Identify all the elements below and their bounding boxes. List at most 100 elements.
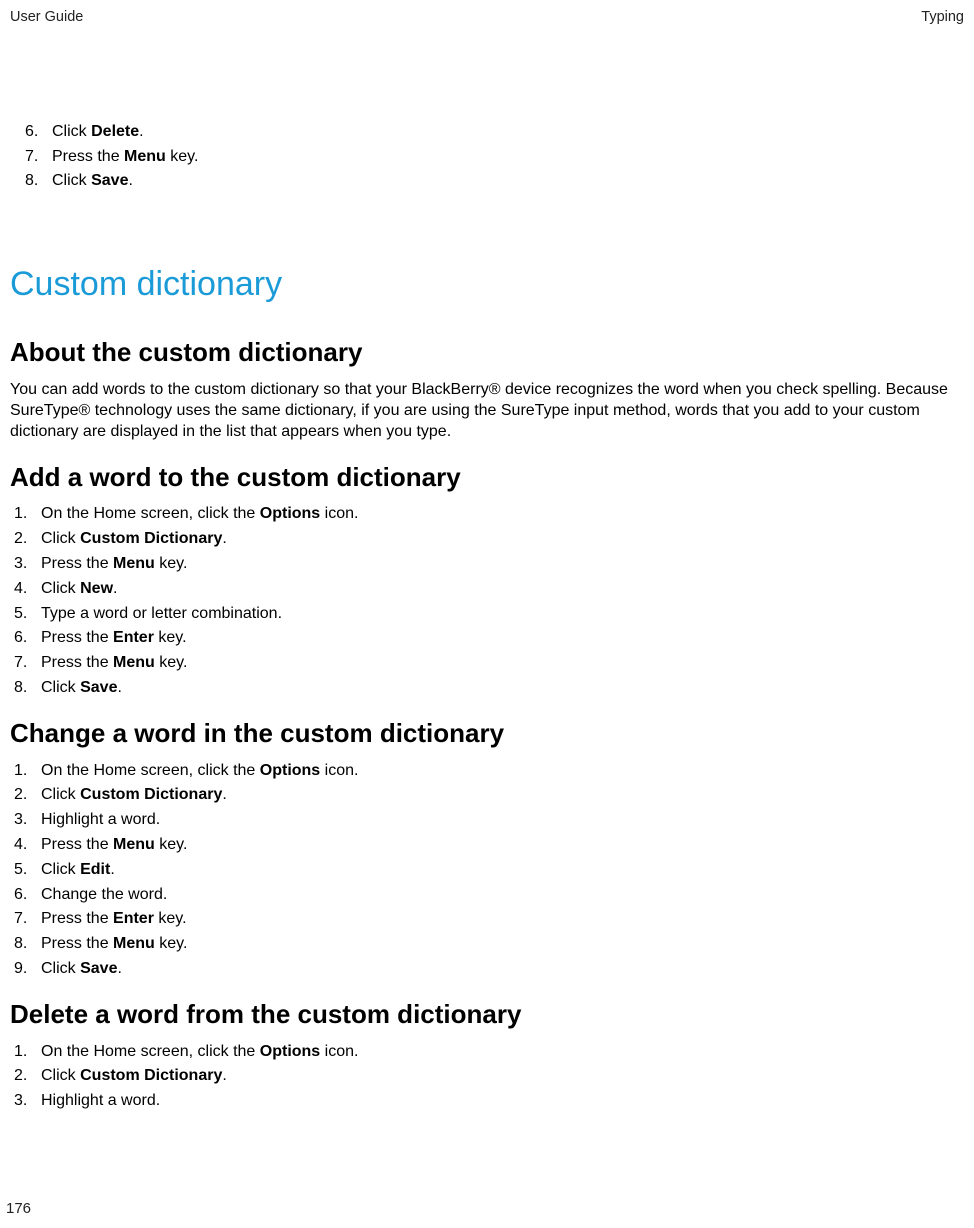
- step-text: Click Save.: [36, 959, 122, 980]
- step-number: 6.: [14, 885, 36, 906]
- step-pre: Click: [41, 960, 80, 977]
- step-text: Click Edit.: [36, 860, 115, 881]
- step-bold: Enter: [113, 910, 154, 927]
- list-item: 5. Type a word or letter combination.: [14, 604, 964, 625]
- step-pre: Press the: [41, 654, 113, 671]
- step-post: key.: [155, 935, 188, 952]
- step-text: Highlight a word.: [36, 810, 160, 831]
- list-item: 2.Click Custom Dictionary.: [14, 529, 964, 550]
- step-pre: Type a word or letter combination.: [41, 605, 282, 622]
- step-number: 3.: [14, 1091, 36, 1112]
- step-text: Press the Enter key.: [36, 909, 187, 930]
- list-item: 8. Press the Menu key.: [14, 934, 964, 955]
- step-pre: Click: [41, 786, 80, 803]
- step-text: Type a word or letter combination.: [36, 604, 282, 625]
- step-bold: Enter: [113, 629, 154, 646]
- step-number: 9.: [14, 959, 36, 980]
- step-pre: Press the: [41, 629, 113, 646]
- list-item: 7.Press the Menu key.: [25, 147, 964, 168]
- step-text: Press the Menu key.: [36, 653, 187, 674]
- page-header: User Guide Typing: [0, 0, 974, 27]
- list-item: 5.Click Edit.: [14, 860, 964, 881]
- step-pre: Click: [52, 123, 91, 140]
- step-number: 5.: [14, 604, 36, 625]
- step-bold: Custom Dictionary: [80, 786, 222, 803]
- step-pre: Click: [41, 580, 80, 597]
- step-text: Click Delete.: [47, 122, 144, 143]
- step-pre: Press the: [41, 935, 113, 952]
- add-word-steps: 1.On the Home screen, click the Options …: [10, 504, 964, 698]
- step-number: 7.: [25, 147, 47, 168]
- step-bold: Menu: [113, 654, 155, 671]
- step-bold: Save: [80, 679, 117, 696]
- list-item: 3.Press the Menu key.: [14, 554, 964, 575]
- step-pre: Press the: [41, 555, 113, 572]
- step-text: On the Home screen, click the Options ic…: [36, 1042, 358, 1063]
- step-post: .: [128, 172, 132, 189]
- step-text: Press the Menu key.: [47, 147, 198, 168]
- step-pre: Click: [41, 1067, 80, 1084]
- list-item: 4.Click New.: [14, 579, 964, 600]
- list-item: 2.Click Custom Dictionary.: [14, 1066, 964, 1087]
- step-pre: On the Home screen, click the: [41, 505, 260, 522]
- step-text: Click New.: [36, 579, 117, 600]
- list-item: 2.Click Custom Dictionary.: [14, 785, 964, 806]
- list-item: 1.On the Home screen, click the Options …: [14, 1042, 964, 1063]
- step-pre: On the Home screen, click the: [41, 762, 260, 779]
- step-post: .: [222, 786, 226, 803]
- step-bold: Menu: [113, 935, 155, 952]
- step-bold: Options: [260, 505, 320, 522]
- step-post: icon.: [320, 1043, 358, 1060]
- step-pre: Press the: [41, 910, 113, 927]
- step-post: key.: [155, 555, 188, 572]
- step-pre: Click: [52, 172, 91, 189]
- step-bold: Menu: [124, 148, 166, 165]
- list-item: 3. Highlight a word.: [14, 1091, 964, 1112]
- step-bold: Options: [260, 762, 320, 779]
- change-word-title: Change a word in the custom dictionary: [10, 717, 964, 751]
- step-post: icon.: [320, 505, 358, 522]
- step-number: 1.: [14, 1042, 36, 1063]
- step-pre: Highlight a word.: [41, 811, 160, 828]
- step-post: key.: [154, 629, 187, 646]
- step-post: .: [222, 1067, 226, 1084]
- step-pre: Highlight a word.: [41, 1092, 160, 1109]
- list-item: 7.Press the Enter key.: [14, 909, 964, 930]
- step-post: .: [117, 679, 121, 696]
- step-number: 3.: [14, 554, 36, 575]
- list-item: 1.On the Home screen, click the Options …: [14, 504, 964, 525]
- list-item: 7.Press the Menu key.: [14, 653, 964, 674]
- list-item: 8. Click Save.: [25, 171, 964, 192]
- step-pre: Click: [41, 861, 80, 878]
- step-bold: Options: [260, 1043, 320, 1060]
- step-text: Press the Menu key.: [36, 554, 187, 575]
- list-item: 8.Click Save.: [14, 678, 964, 699]
- step-bold: Edit: [80, 861, 110, 878]
- step-number: 2.: [14, 1066, 36, 1087]
- step-bold: Menu: [113, 836, 155, 853]
- step-bold: Custom Dictionary: [80, 530, 222, 547]
- step-bold: Save: [80, 960, 117, 977]
- step-text: Highlight a word.: [36, 1091, 160, 1112]
- step-pre: Click: [41, 530, 80, 547]
- step-bold: New: [80, 580, 113, 597]
- step-post: .: [222, 530, 226, 547]
- step-text: Click Save.: [36, 678, 122, 699]
- page-number: 176: [6, 1199, 31, 1219]
- step-text: Change the word.: [36, 885, 167, 906]
- step-number: 8.: [14, 934, 36, 955]
- list-item: 9.Click Save.: [14, 959, 964, 980]
- step-number: 7.: [14, 653, 36, 674]
- step-bold: Menu: [113, 555, 155, 572]
- step-post: key.: [166, 148, 199, 165]
- step-number: 3.: [14, 810, 36, 831]
- about-body: You can add words to the custom dictiona…: [10, 380, 964, 442]
- step-number: 4.: [14, 835, 36, 856]
- step-number: 5.: [14, 860, 36, 881]
- step-text: Press the Enter key.: [36, 628, 187, 649]
- step-number: 8.: [25, 171, 47, 192]
- list-item: 6.Press the Enter key.: [14, 628, 964, 649]
- step-number: 1.: [14, 761, 36, 782]
- step-bold: Save: [91, 172, 128, 189]
- step-post: icon.: [320, 762, 358, 779]
